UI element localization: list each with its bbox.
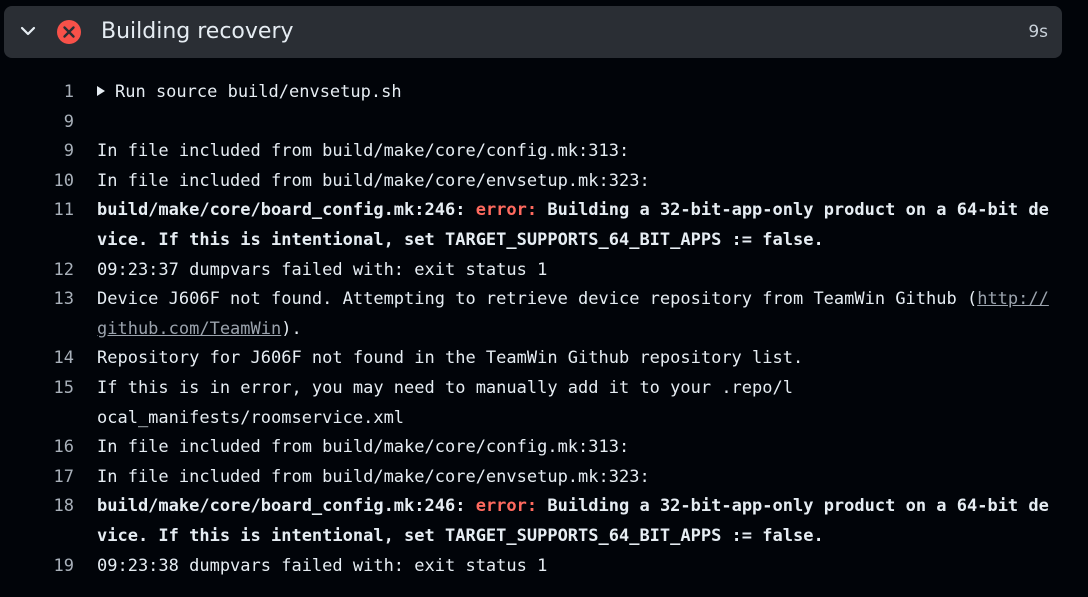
log-output: 1 Run source build/envsetup.sh 9 9 In fi… bbox=[0, 78, 1088, 581]
log-text-suffix: ). bbox=[281, 318, 302, 339]
x-circle-fail-icon bbox=[57, 20, 81, 44]
log-line-13[interactable]: 19 09:23:38 dumpvars failed with: exit s… bbox=[0, 552, 1088, 582]
log-line-7[interactable]: 13 Device J606F not found. Attempting to… bbox=[0, 285, 1088, 344]
log-line-2[interactable]: 9 bbox=[0, 108, 1088, 138]
log-text: In file included from build/make/core/en… bbox=[97, 170, 650, 191]
line-number[interactable]: 19 bbox=[0, 552, 74, 582]
line-number[interactable]: 12 bbox=[0, 256, 74, 286]
log-line-9[interactable]: 15 If this is in error, you may need to … bbox=[0, 374, 1088, 433]
log-text: In file included from build/make/core/co… bbox=[97, 437, 630, 458]
line-number[interactable]: 17 bbox=[0, 463, 74, 493]
line-number[interactable]: 14 bbox=[0, 344, 74, 374]
step-duration: 9s bbox=[1028, 22, 1048, 42]
log-line-1[interactable]: 1 Run source build/envsetup.sh bbox=[0, 78, 1088, 108]
workflow-log-panel: Building recovery 9s 1 Run source build/… bbox=[0, 0, 1088, 597]
log-line-4[interactable]: 10 In file included from build/make/core… bbox=[0, 167, 1088, 197]
log-text: Run source build/envsetup.sh bbox=[115, 82, 402, 102]
line-number[interactable]: 10 bbox=[0, 167, 74, 197]
log-line-5[interactable]: 11 build/make/core/board_config.mk:246: … bbox=[0, 196, 1088, 255]
line-number[interactable]: 9 bbox=[0, 108, 74, 138]
line-number[interactable]: 16 bbox=[0, 433, 74, 463]
log-line-12[interactable]: 18 build/make/core/board_config.mk:246: … bbox=[0, 492, 1088, 551]
line-number[interactable]: 18 bbox=[0, 492, 74, 551]
step-header[interactable]: Building recovery 9s bbox=[4, 6, 1062, 58]
error-label: error: bbox=[475, 496, 538, 517]
chevron-down-icon[interactable] bbox=[18, 21, 38, 41]
log-path: build/make/core/board_config.mk:246: bbox=[97, 200, 476, 221]
log-line-8[interactable]: 14 Repository for J606F not found in the… bbox=[0, 344, 1088, 374]
log-text: If this is in error, you may need to man… bbox=[97, 377, 793, 428]
line-number[interactable]: 13 bbox=[0, 285, 74, 344]
step-title: Building recovery bbox=[101, 19, 294, 44]
line-number[interactable]: 1 bbox=[0, 78, 74, 108]
error-label: error: bbox=[475, 200, 538, 221]
log-path: build/make/core/board_config.mk:246: bbox=[97, 496, 476, 517]
line-number[interactable]: 9 bbox=[0, 137, 74, 167]
expand-triangle-icon[interactable] bbox=[97, 86, 105, 96]
log-text: Device J606F not found. Attempting to re… bbox=[97, 289, 978, 310]
log-text: In file included from build/make/core/co… bbox=[97, 141, 630, 162]
log-text: 09:23:37 dumpvars failed with: exit stat… bbox=[97, 259, 548, 280]
log-line-11[interactable]: 17 In file included from build/make/core… bbox=[0, 463, 1088, 493]
log-text: 09:23:38 dumpvars failed with: exit stat… bbox=[97, 555, 548, 576]
log-line-6[interactable]: 12 09:23:37 dumpvars failed with: exit s… bbox=[0, 256, 1088, 286]
log-text: Repository for J606F not found in the Te… bbox=[97, 348, 804, 369]
log-line-10[interactable]: 16 In file included from build/make/core… bbox=[0, 433, 1088, 463]
log-line-3[interactable]: 9 In file included from build/make/core/… bbox=[0, 137, 1088, 167]
line-number[interactable]: 11 bbox=[0, 196, 74, 255]
log-text: In file included from build/make/core/en… bbox=[97, 466, 650, 487]
line-number[interactable]: 15 bbox=[0, 374, 74, 433]
